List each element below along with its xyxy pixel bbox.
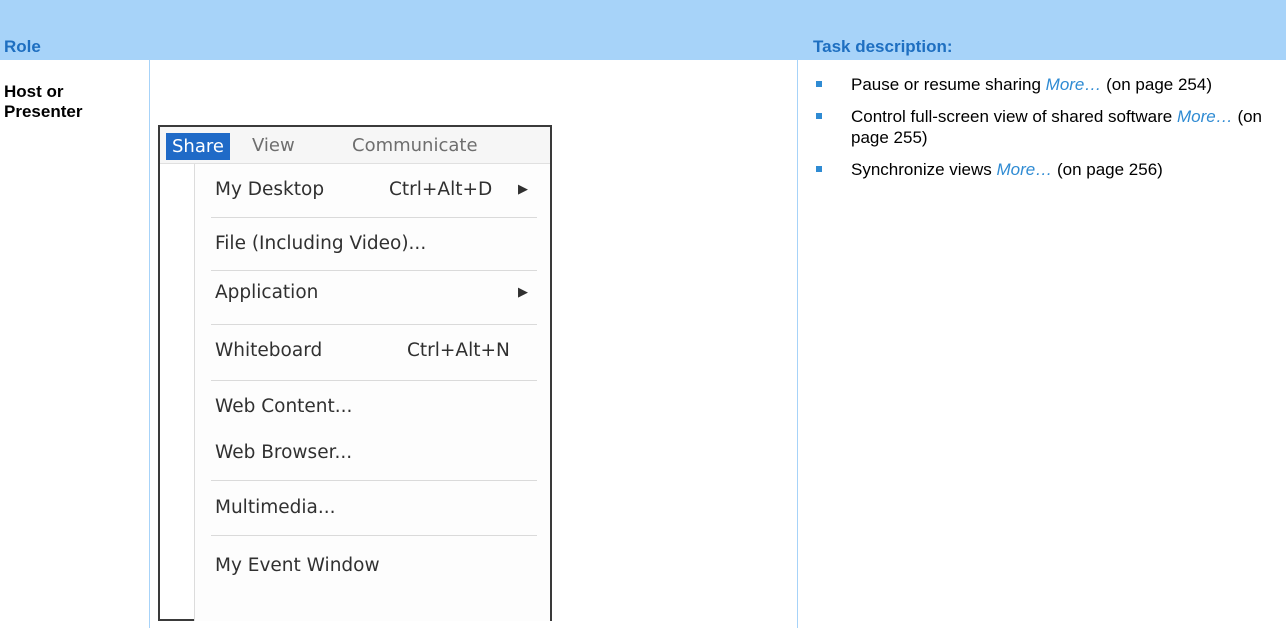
more-link[interactable]: More… [997, 160, 1053, 179]
task-text: Synchronize views [851, 160, 997, 179]
menu-item-web-browser[interactable]: Web Browser... [215, 440, 535, 466]
share-dropdown: My Desktop Ctrl+Alt+D ▶ File (Including … [194, 164, 550, 621]
task-text: Pause or resume sharing [851, 75, 1046, 94]
role-line-2: Presenter [4, 102, 83, 121]
page-reference: (on page 254) [1101, 75, 1212, 94]
page-reference: (on page 256) [1052, 160, 1163, 179]
task-text: Control full-screen view of shared softw… [851, 107, 1177, 126]
share-menu-screenshot: Share View Communicate My Desktop Ctrl+A… [158, 125, 552, 621]
bullet-icon [816, 81, 822, 87]
menu-item-whiteboard[interactable]: Whiteboard Ctrl+Alt+N [215, 338, 535, 364]
role-column-header: Role [4, 37, 41, 56]
menu-separator [211, 535, 537, 536]
menu-separator [211, 324, 537, 325]
role-line-1: Host or [4, 82, 64, 101]
menu-communicate[interactable]: Communicate [352, 134, 478, 158]
menu-item-label: Whiteboard [215, 340, 323, 361]
menu-share[interactable]: Share [166, 133, 230, 160]
menu-item-label: File (Including Video)... [215, 233, 427, 254]
list-item: Control full-screen view of shared softw… [813, 106, 1273, 148]
menu-item-file[interactable]: File (Including Video)... [215, 231, 535, 257]
menu-item-label: Web Content... [215, 396, 353, 417]
menu-item-multimedia[interactable]: Multimedia... [215, 495, 535, 521]
list-item: Synchronize views More… (on page 256) [813, 159, 1273, 180]
bullet-icon [816, 166, 822, 172]
task-list: Pause or resume sharing More… (on page 2… [813, 74, 1273, 191]
menu-item-web-content[interactable]: Web Content... [215, 394, 535, 420]
menu-item-label: Web Browser... [215, 442, 353, 463]
submenu-arrow-icon: ▶ [518, 285, 528, 300]
menu-item-my-event-window[interactable]: My Event Window [215, 553, 535, 579]
column-divider [149, 60, 150, 628]
role-cell: Host or Presenter [4, 82, 144, 122]
submenu-arrow-icon: ▶ [518, 182, 528, 197]
more-link[interactable]: More… [1177, 107, 1233, 126]
menu-item-label: Application [215, 282, 319, 303]
menu-item-shortcut: Ctrl+Alt+N [407, 340, 510, 361]
menu-bar: Share View Communicate [160, 127, 550, 164]
menu-item-label: My Desktop [215, 179, 325, 200]
menu-separator [211, 480, 537, 481]
menu-item-label: My Event Window [215, 555, 380, 576]
table-header: Role Task description: [0, 0, 1286, 60]
bullet-icon [816, 113, 822, 119]
menu-separator [211, 380, 537, 381]
more-link[interactable]: More… [1046, 75, 1102, 94]
column-divider [797, 60, 798, 628]
menu-view[interactable]: View [252, 134, 295, 158]
menu-item-my-desktop[interactable]: My Desktop Ctrl+Alt+D ▶ [215, 177, 535, 203]
menu-separator [211, 217, 537, 218]
menu-item-shortcut: Ctrl+Alt+D [389, 179, 493, 200]
menu-separator [211, 270, 537, 271]
task-description-column-header: Task description: [813, 37, 953, 56]
list-item: Pause or resume sharing More… (on page 2… [813, 74, 1273, 95]
menu-item-label: Multimedia... [215, 497, 336, 518]
menu-item-application[interactable]: Application ▶ [215, 280, 535, 306]
